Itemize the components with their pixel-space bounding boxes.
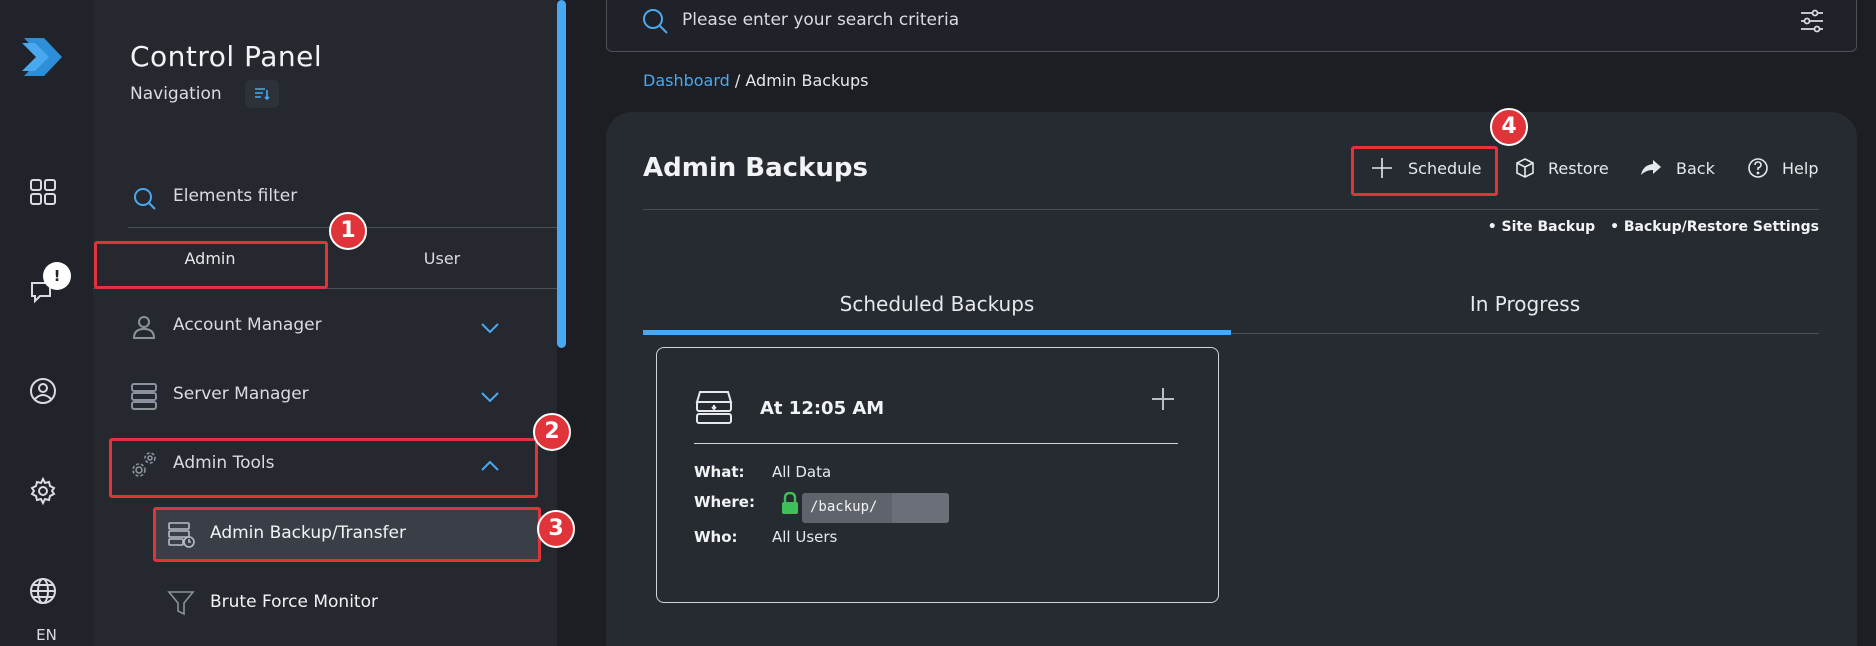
tab-scheduled-backups[interactable]: Scheduled Backups <box>643 292 1231 332</box>
restore-button[interactable]: Restore <box>1513 156 1613 182</box>
user-icon <box>132 316 156 339</box>
funnel-icon <box>167 591 195 616</box>
what-value: All Data <box>772 463 832 481</box>
sidebar-item-server-manager[interactable]: Server Manager <box>93 366 557 426</box>
site-backup-link[interactable]: • Site Backup <box>1488 219 1595 235</box>
active-tab-indicator <box>643 330 1231 335</box>
sidebar-title: Control Panel <box>130 40 323 73</box>
chevron-down-icon <box>481 392 499 403</box>
redacted-area <box>892 493 949 523</box>
breadcrumb-separator: / <box>734 71 741 90</box>
annotation-badge-4: 4 <box>1490 108 1528 146</box>
backup-time: At 12:05 AM <box>760 398 885 419</box>
where-label: Where: <box>694 493 755 511</box>
backup-restore-settings-link[interactable]: • Backup/Restore Settings <box>1610 219 1819 235</box>
divider <box>643 209 1819 210</box>
quick-links: • Site Backup • Backup/Restore Settings <box>1478 219 1819 235</box>
search-icon <box>643 9 668 34</box>
add-backup-plus-icon[interactable] <box>1150 386 1176 412</box>
hard-drive-backup-icon <box>695 391 733 424</box>
annotation-badge-2: 2 <box>533 413 571 451</box>
annotation-box-3 <box>153 507 541 562</box>
restore-label: Restore <box>1548 159 1609 178</box>
breadcrumb: Dashboard / Admin Backups <box>643 71 868 90</box>
language-label[interactable]: EN <box>0 626 93 644</box>
sidebar-item-label: Account Manager <box>173 315 322 335</box>
search-bar[interactable]: Please enter your search criteria <box>606 0 1857 52</box>
share-arrow-icon <box>1641 160 1661 175</box>
sidebar-item-label: Server Manager <box>173 384 309 404</box>
what-label: What: <box>694 463 745 481</box>
backup-path-text: /backup/ <box>810 499 878 515</box>
tab-in-progress[interactable]: In Progress <box>1231 292 1819 332</box>
divider <box>694 443 1178 444</box>
who-value: All Users <box>772 528 838 546</box>
settings-gear-icon[interactable] <box>28 476 58 506</box>
annotation-box-1 <box>94 241 328 289</box>
filter-sliders-icon[interactable] <box>1798 7 1826 35</box>
server-icon <box>131 383 157 410</box>
logo-icon[interactable] <box>20 34 66 80</box>
who-label: Who: <box>694 528 738 546</box>
box-icon <box>1516 158 1534 178</box>
help-circle-icon <box>1748 158 1768 178</box>
annotation-badge-3: 3 <box>537 510 575 548</box>
chevron-down-icon <box>481 323 499 334</box>
sidebar-scrollbar-thumb[interactable] <box>557 0 566 348</box>
sidebar-subitem-label: Brute Force Monitor <box>210 592 378 612</box>
sidebar-subtitle: Navigation <box>130 84 222 104</box>
annotation-box-2 <box>109 438 538 498</box>
elements-filter-label: Elements filter <box>173 186 298 206</box>
back-button[interactable]: Back <box>1639 156 1719 182</box>
dashboard-grid-icon[interactable] <box>28 177 58 207</box>
search-input[interactable]: Please enter your search criteria <box>682 10 959 30</box>
navigation-toggle-button[interactable] <box>245 80 279 108</box>
annotation-badge-1: 1 <box>329 212 367 250</box>
breadcrumb-current: Admin Backups <box>745 71 869 90</box>
search-icon <box>134 188 156 210</box>
scheduled-backup-card: At 12:05 AM What: All Data Where: /backu… <box>656 347 1219 603</box>
page-title: Admin Backups <box>643 153 868 183</box>
icon-rail: ! EN <box>0 0 93 646</box>
annotation-box-4 <box>1351 146 1498 196</box>
sidebar-item-account-manager[interactable]: Account Manager <box>93 297 557 357</box>
sort-list-icon <box>255 88 270 101</box>
notification-badge: ! <box>43 262 71 290</box>
lock-icon <box>782 492 798 514</box>
sidebar-subitem-brute-force-monitor[interactable]: Brute Force Monitor <box>155 577 539 629</box>
help-button[interactable]: Help <box>1746 156 1826 182</box>
breadcrumb-dashboard-link[interactable]: Dashboard <box>643 71 730 90</box>
globe-icon[interactable] <box>28 576 58 606</box>
profile-icon[interactable] <box>28 376 58 406</box>
backup-path: /backup/ <box>802 493 949 523</box>
help-label: Help <box>1782 159 1819 178</box>
back-label: Back <box>1676 159 1715 178</box>
tab-user[interactable]: User <box>327 244 557 288</box>
